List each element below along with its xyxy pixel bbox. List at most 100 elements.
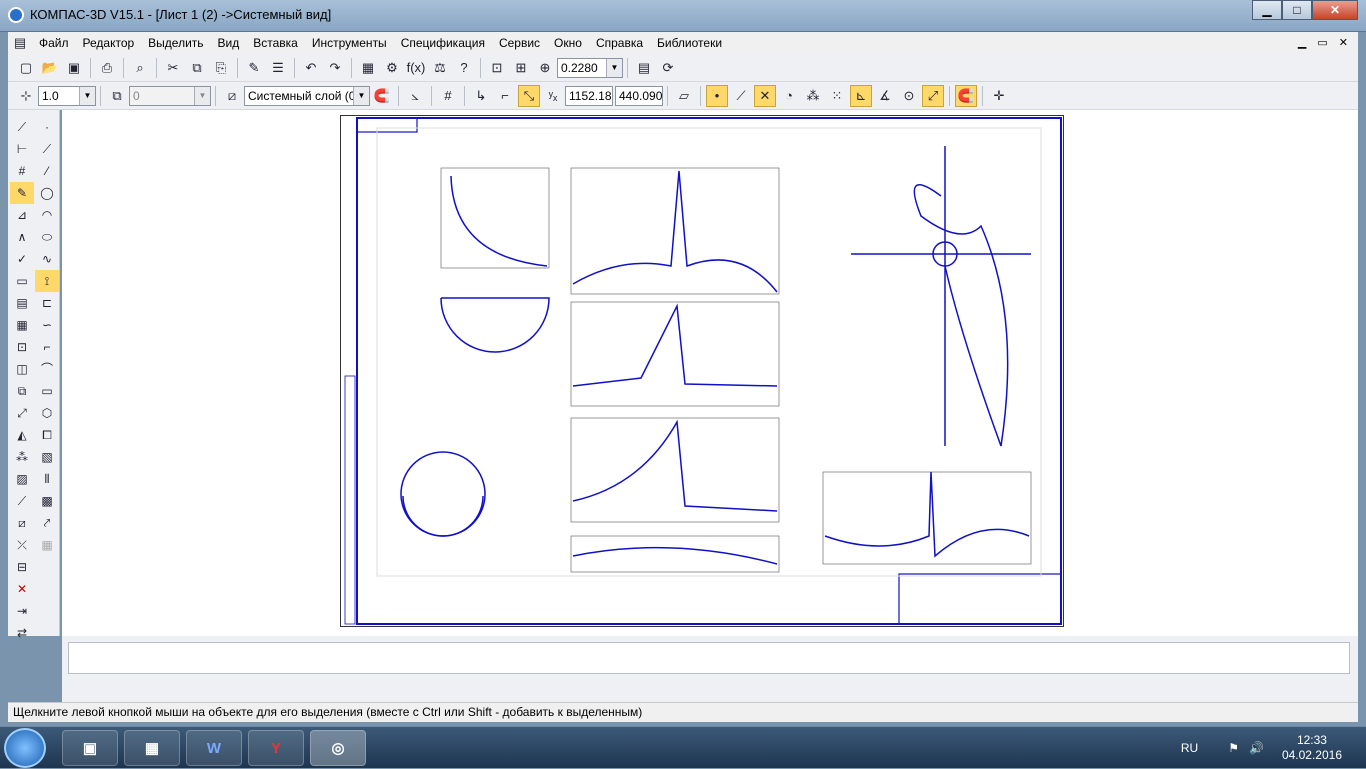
- library-icon[interactable]: ⚙: [381, 57, 403, 79]
- nurbs-icon[interactable]: ⊏: [35, 292, 59, 314]
- menu-editor[interactable]: Редактор: [76, 36, 142, 50]
- snap-normal-icon[interactable]: ⊾: [850, 84, 872, 107]
- menu-window[interactable]: Окно: [547, 36, 589, 50]
- associative-view-icon[interactable]: ▭: [10, 270, 34, 292]
- word-task-icon[interactable]: W: [186, 730, 242, 766]
- polygon-icon[interactable]: ⬡: [35, 402, 59, 424]
- redo-icon[interactable]: ↷: [324, 57, 346, 79]
- start-button[interactable]: [4, 728, 46, 768]
- snap-off-icon[interactable]: ▱: [673, 85, 695, 107]
- copy-tool-icon[interactable]: ⧉: [10, 380, 34, 402]
- kompas-app-icon[interactable]: [8, 7, 24, 23]
- refresh-icon[interactable]: ⟳: [657, 57, 679, 79]
- local-cs-icon[interactable]: ↳: [470, 85, 492, 107]
- equidistant-icon[interactable]: ⫴: [35, 468, 59, 490]
- curve-icon[interactable]: ∽: [35, 314, 59, 336]
- aux-line-icon[interactable]: ⟋: [35, 138, 59, 160]
- snap-intersect-icon[interactable]: ✕: [754, 84, 776, 107]
- snap-magnet-icon[interactable]: 🧲: [955, 84, 977, 107]
- fillet-icon[interactable]: ⌐: [35, 336, 59, 358]
- snap-angle-icon[interactable]: ∡: [874, 85, 896, 107]
- zoom-window-icon[interactable]: ⊡: [486, 57, 508, 79]
- point-icon[interactable]: ·: [35, 116, 59, 138]
- preview-icon[interactable]: ⌕: [129, 57, 151, 79]
- parametrization-icon[interactable]: ⊿: [10, 204, 34, 226]
- cut-icon[interactable]: ✂: [162, 57, 184, 79]
- designations-icon[interactable]: #: [10, 160, 34, 182]
- save-icon[interactable]: ▣: [63, 57, 85, 79]
- zoom-all-icon[interactable]: ⊞: [510, 57, 532, 79]
- fragment-icon[interactable]: ◫: [10, 358, 34, 380]
- ortho-mode-icon[interactable]: ⌐: [494, 85, 516, 107]
- zoom-combo[interactable]: 0.2280 ▼: [557, 57, 623, 78]
- menu-select[interactable]: Выделить: [141, 36, 210, 50]
- chamfer-icon[interactable]: ⌒: [35, 358, 59, 380]
- snap-aligned-icon[interactable]: ⤢: [922, 84, 944, 107]
- menu-service[interactable]: Сервис: [492, 36, 547, 50]
- yandex-task-icon[interactable]: Y: [248, 730, 304, 766]
- coord-x-field[interactable]: 1152.18: [565, 85, 613, 106]
- calculator-icon[interactable]: ⚖: [429, 57, 451, 79]
- command-input[interactable]: [68, 642, 1350, 674]
- volume-icon[interactable]: 🔊: [1249, 741, 1264, 755]
- round-icon[interactable]: ⤡: [518, 84, 540, 107]
- state-combo[interactable]: 0 ▼: [129, 85, 211, 106]
- paste-icon[interactable]: ⎘: [210, 57, 232, 79]
- snap-extra-icon[interactable]: ✛: [988, 85, 1010, 107]
- snap-middle-icon[interactable]: ⁙: [826, 85, 848, 107]
- language-indicator[interactable]: RU: [1181, 741, 1198, 755]
- select-icon[interactable]: ✓: [10, 248, 34, 270]
- ortho-icon[interactable]: ⦣: [404, 85, 426, 107]
- format-brush-icon[interactable]: ✎: [243, 57, 265, 79]
- snap-tangent-icon[interactable]: ◔: [778, 85, 800, 107]
- report-icon[interactable]: ▦: [10, 314, 34, 336]
- network-icon[interactable]: ⚑: [1228, 741, 1239, 755]
- menu-file[interactable]: Файл: [32, 36, 76, 50]
- maximize-button[interactable]: □: [1282, 0, 1312, 20]
- geometry-icon[interactable]: ⟋: [10, 116, 34, 138]
- hatch-icon[interactable]: ▨: [10, 468, 34, 490]
- menu-view[interactable]: Вид: [211, 36, 247, 50]
- properties-icon[interactable]: ☰: [267, 57, 289, 79]
- snap-nearest-icon[interactable]: ⁂: [802, 85, 824, 107]
- close-button[interactable]: ✕: [1312, 0, 1358, 20]
- drawing-sheet[interactable]: [340, 115, 1064, 627]
- magnet-icon[interactable]: 🧲: [371, 85, 393, 107]
- trim-icon[interactable]: ⟋: [10, 490, 34, 512]
- split-icon[interactable]: ⧄: [10, 512, 34, 534]
- pan-icon[interactable]: ▤: [633, 57, 655, 79]
- variables-icon[interactable]: f(x): [405, 57, 427, 79]
- new-file-icon[interactable]: ▢: [15, 57, 37, 79]
- mdi-controls[interactable]: ▁ ▭ ✕: [1298, 36, 1352, 49]
- scale-tool-icon[interactable]: ⤢: [10, 402, 34, 424]
- open-folder-icon[interactable]: 📂: [39, 57, 61, 79]
- print-icon[interactable]: ⎙: [96, 57, 118, 79]
- layer-combo[interactable]: Системный слой (0) ▼: [244, 85, 370, 106]
- hatch-fill-icon[interactable]: ▧: [35, 446, 59, 468]
- document-icon[interactable]: ▤: [9, 32, 31, 54]
- spline-icon[interactable]: ∿: [35, 248, 59, 270]
- clock[interactable]: 12:33 04.02.2016: [1282, 733, 1342, 763]
- manager-icon[interactable]: ▦: [357, 57, 379, 79]
- array-icon[interactable]: ⁂: [10, 446, 34, 468]
- explorer-task-icon[interactable]: ▣: [62, 730, 118, 766]
- spec-icon[interactable]: ▤: [10, 292, 34, 314]
- insert-icon[interactable]: ⊡: [10, 336, 34, 358]
- break-icon[interactable]: ⤫: [10, 534, 34, 556]
- contour-icon[interactable]: ⧠: [35, 424, 59, 446]
- menu-insert[interactable]: Вставка: [246, 36, 305, 50]
- snap-point-icon[interactable]: •: [706, 84, 728, 107]
- ellipse-icon[interactable]: ⬭: [35, 226, 59, 248]
- kompas-task-icon[interactable]: ◎: [310, 730, 366, 766]
- edit-icon[interactable]: ✎: [10, 182, 34, 204]
- delete-icon[interactable]: ✕: [10, 578, 34, 600]
- rectangle-icon[interactable]: ▭: [35, 380, 59, 402]
- polyline-icon[interactable]: ⟟: [35, 270, 59, 292]
- menu-libraries[interactable]: Библиотеки: [650, 36, 729, 50]
- measure-icon[interactable]: ∧: [10, 226, 34, 248]
- scale-combo[interactable]: 1.0 ▼: [38, 85, 96, 106]
- menu-specification[interactable]: Спецификация: [394, 36, 492, 50]
- drawing-canvas[interactable]: [62, 110, 1358, 636]
- group-icon[interactable]: ⊟: [10, 556, 34, 578]
- circle-icon[interactable]: ◯: [35, 182, 59, 204]
